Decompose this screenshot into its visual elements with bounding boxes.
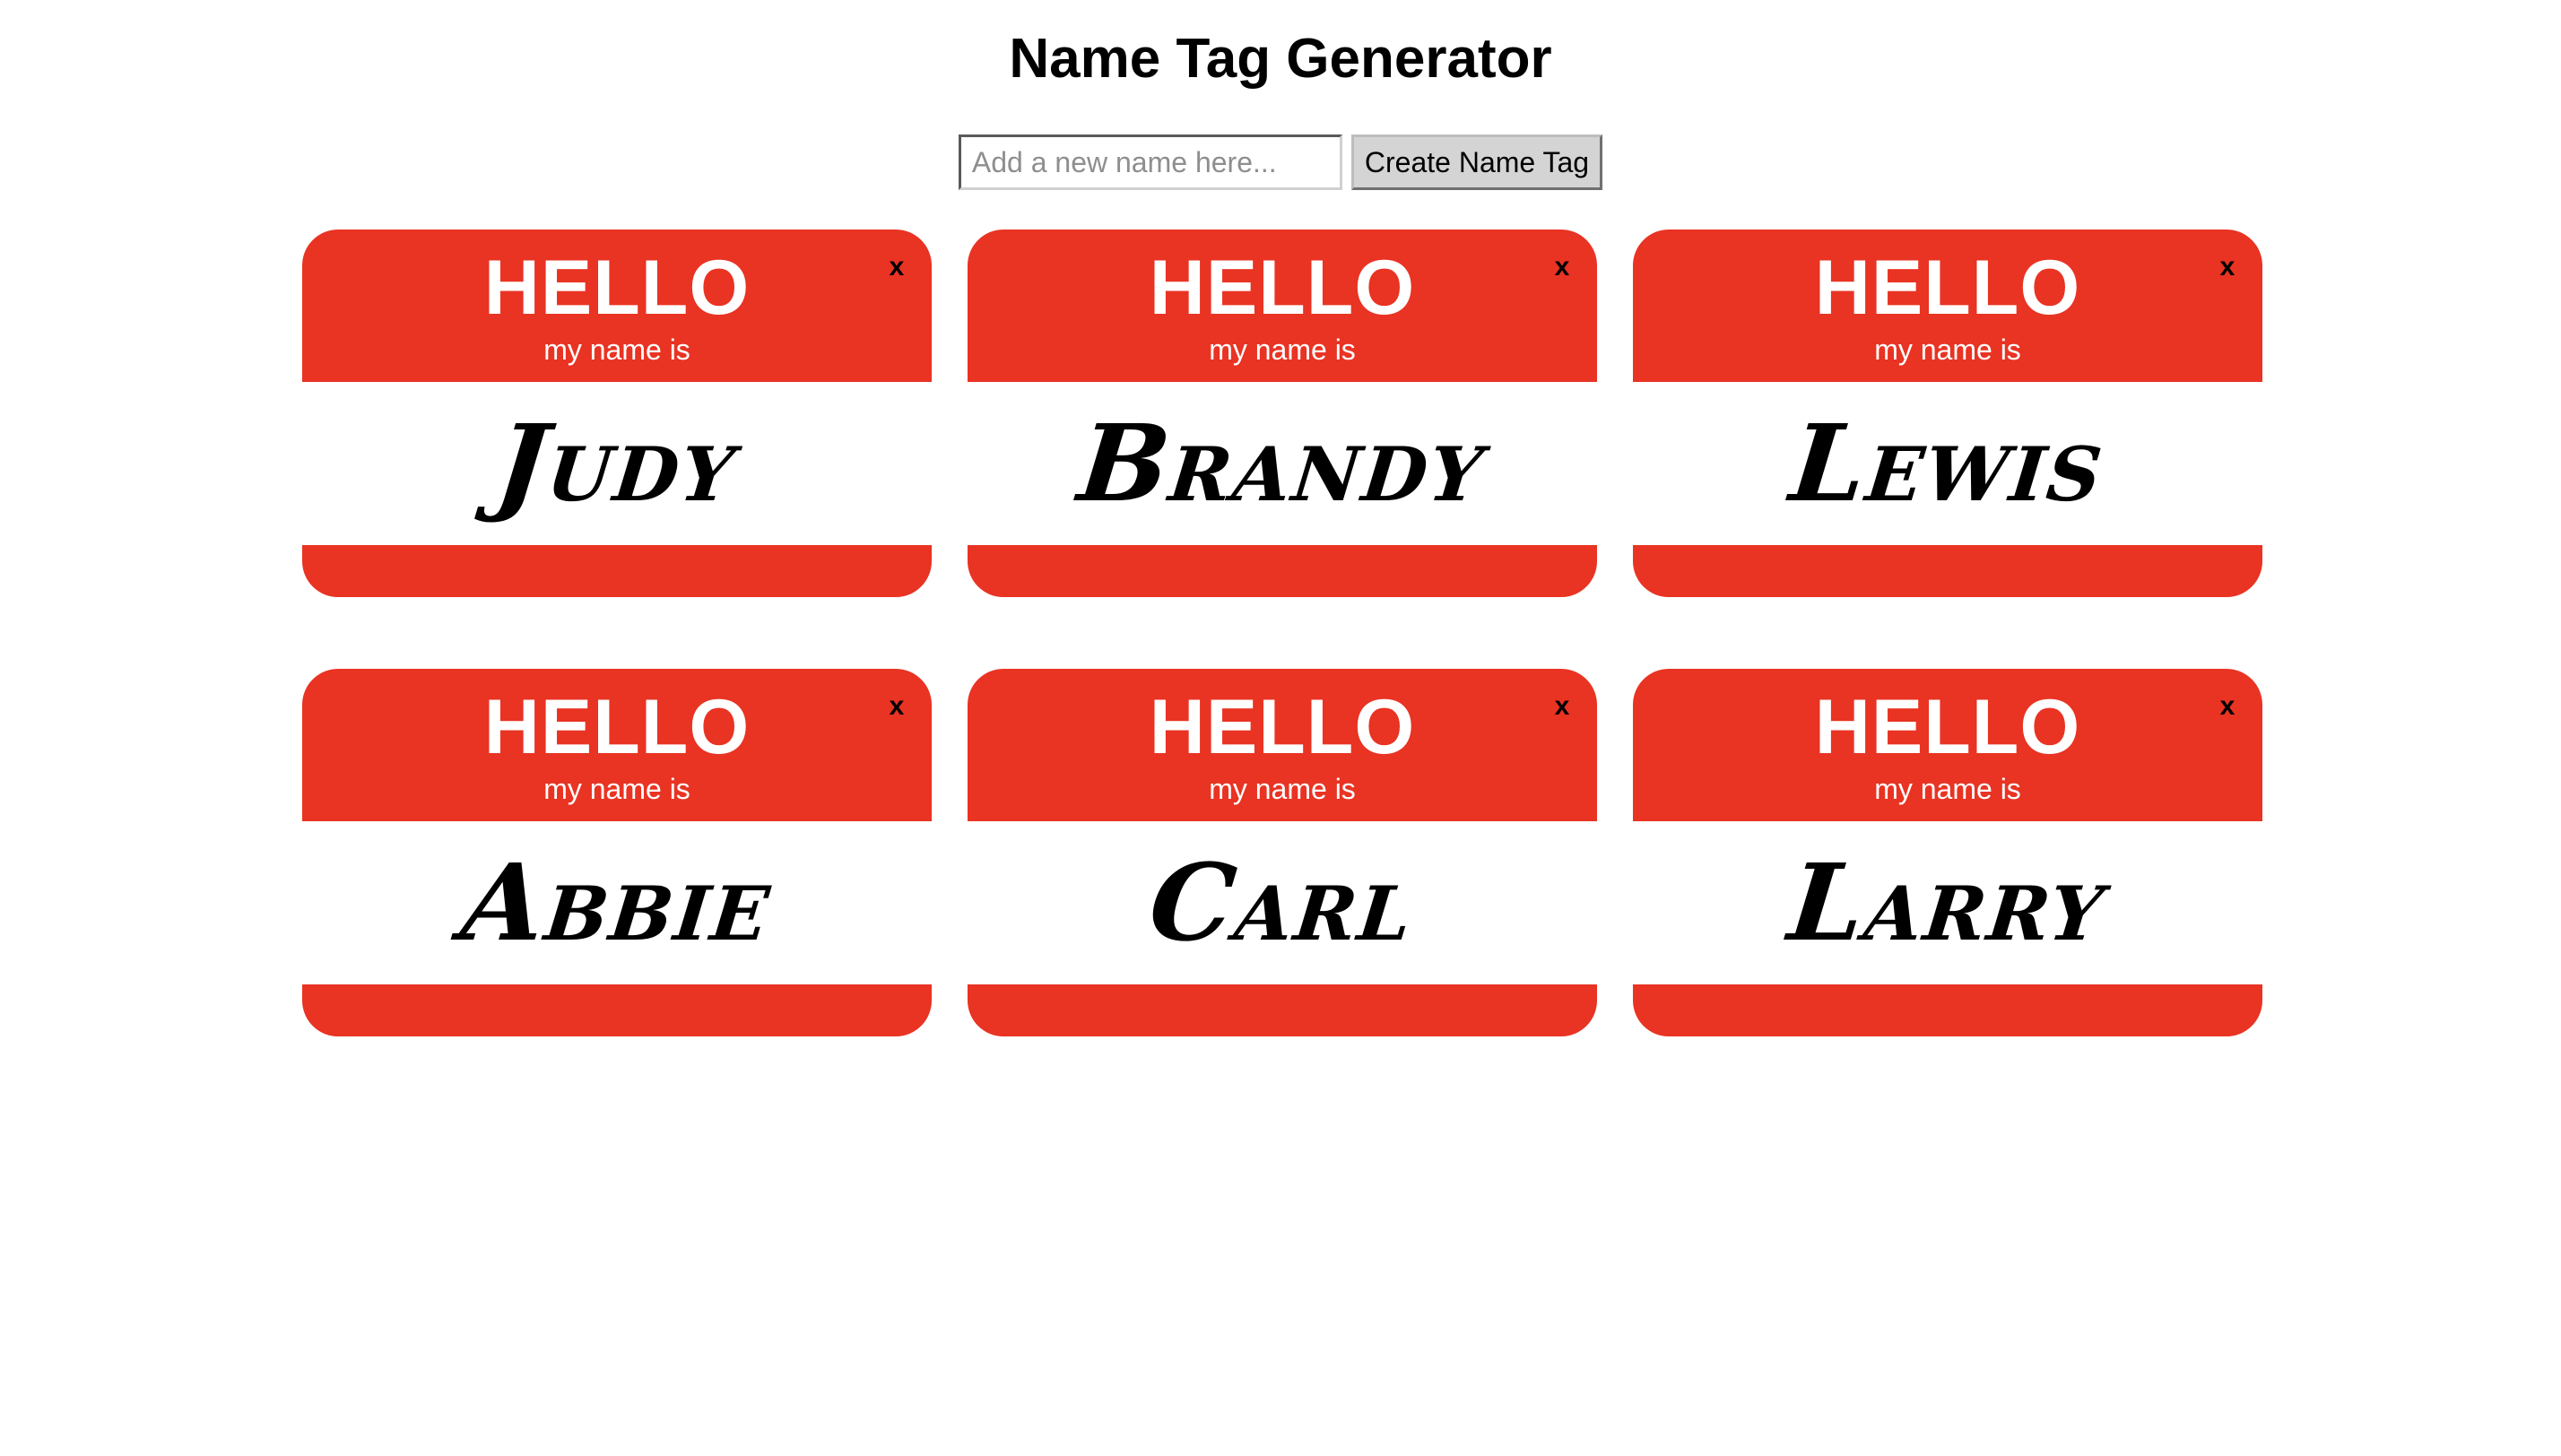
tag-hello: HELLO	[1814, 684, 2081, 770]
page-title: Name Tag Generator	[1009, 28, 1552, 90]
tag-subtitle: my name is	[1209, 773, 1356, 805]
name-tag: HELLO my name is x Lewis	[1633, 230, 2262, 597]
tag-hello: HELLO	[1814, 245, 2081, 331]
close-tag-button[interactable]: x	[883, 689, 910, 724]
close-tag-button[interactable]: x	[883, 249, 910, 285]
name-input[interactable]	[958, 134, 1342, 190]
tag-name: Larry	[1783, 840, 2113, 965]
tag-hello: HELLO	[1149, 684, 1416, 770]
tag-body: Lewis	[1633, 382, 2262, 545]
tag-name: Abbie	[456, 840, 778, 965]
name-tag: HELLO my name is x Judy	[302, 230, 932, 597]
tag-subtitle: my name is	[1209, 334, 1356, 366]
tag-hello: HELLO	[483, 684, 751, 770]
name-tag: HELLO my name is x Abbie	[302, 669, 932, 1036]
tag-hello: HELLO	[1149, 245, 1416, 331]
create-name-tag-button[interactable]: Create Name Tag	[1350, 134, 1603, 190]
tag-header: HELLO my name is	[968, 230, 1597, 382]
tag-header: HELLO my name is	[1633, 230, 2262, 382]
close-tag-button[interactable]: x	[2214, 249, 2241, 285]
tag-body: Judy	[302, 382, 932, 545]
tag-body: Carl	[968, 821, 1597, 984]
close-tag-button[interactable]: x	[1549, 249, 1576, 285]
close-tag-button[interactable]: x	[1549, 689, 1576, 724]
tag-body: Abbie	[302, 821, 932, 984]
tag-subtitle: my name is	[1874, 334, 2021, 366]
tag-name: Judy	[490, 401, 744, 525]
close-tag-button[interactable]: x	[2214, 689, 2241, 724]
name-tag: HELLO my name is x Carl	[968, 669, 1597, 1036]
name-tags-grid: HELLO my name is x Judy HELLO my name is…	[302, 230, 2266, 1036]
tag-header: HELLO my name is	[968, 669, 1597, 821]
name-form: Create Name Tag	[0, 134, 2561, 190]
tag-name: Brandy	[1072, 401, 1492, 525]
tag-name: Lewis	[1784, 401, 2111, 525]
tag-name: Carl	[1143, 840, 1421, 965]
name-tag: HELLO my name is x Brandy	[968, 230, 1597, 597]
tag-header: HELLO my name is	[302, 230, 932, 382]
tag-header: HELLO my name is	[1633, 669, 2262, 821]
tag-hello: HELLO	[483, 245, 751, 331]
tag-body: Larry	[1633, 821, 2262, 984]
tag-header: HELLO my name is	[302, 669, 932, 821]
tag-subtitle: my name is	[543, 334, 690, 366]
tag-subtitle: my name is	[1874, 773, 2021, 805]
name-tag: HELLO my name is x Larry	[1633, 669, 2262, 1036]
tag-subtitle: my name is	[543, 773, 690, 805]
tag-body: Brandy	[968, 382, 1597, 545]
